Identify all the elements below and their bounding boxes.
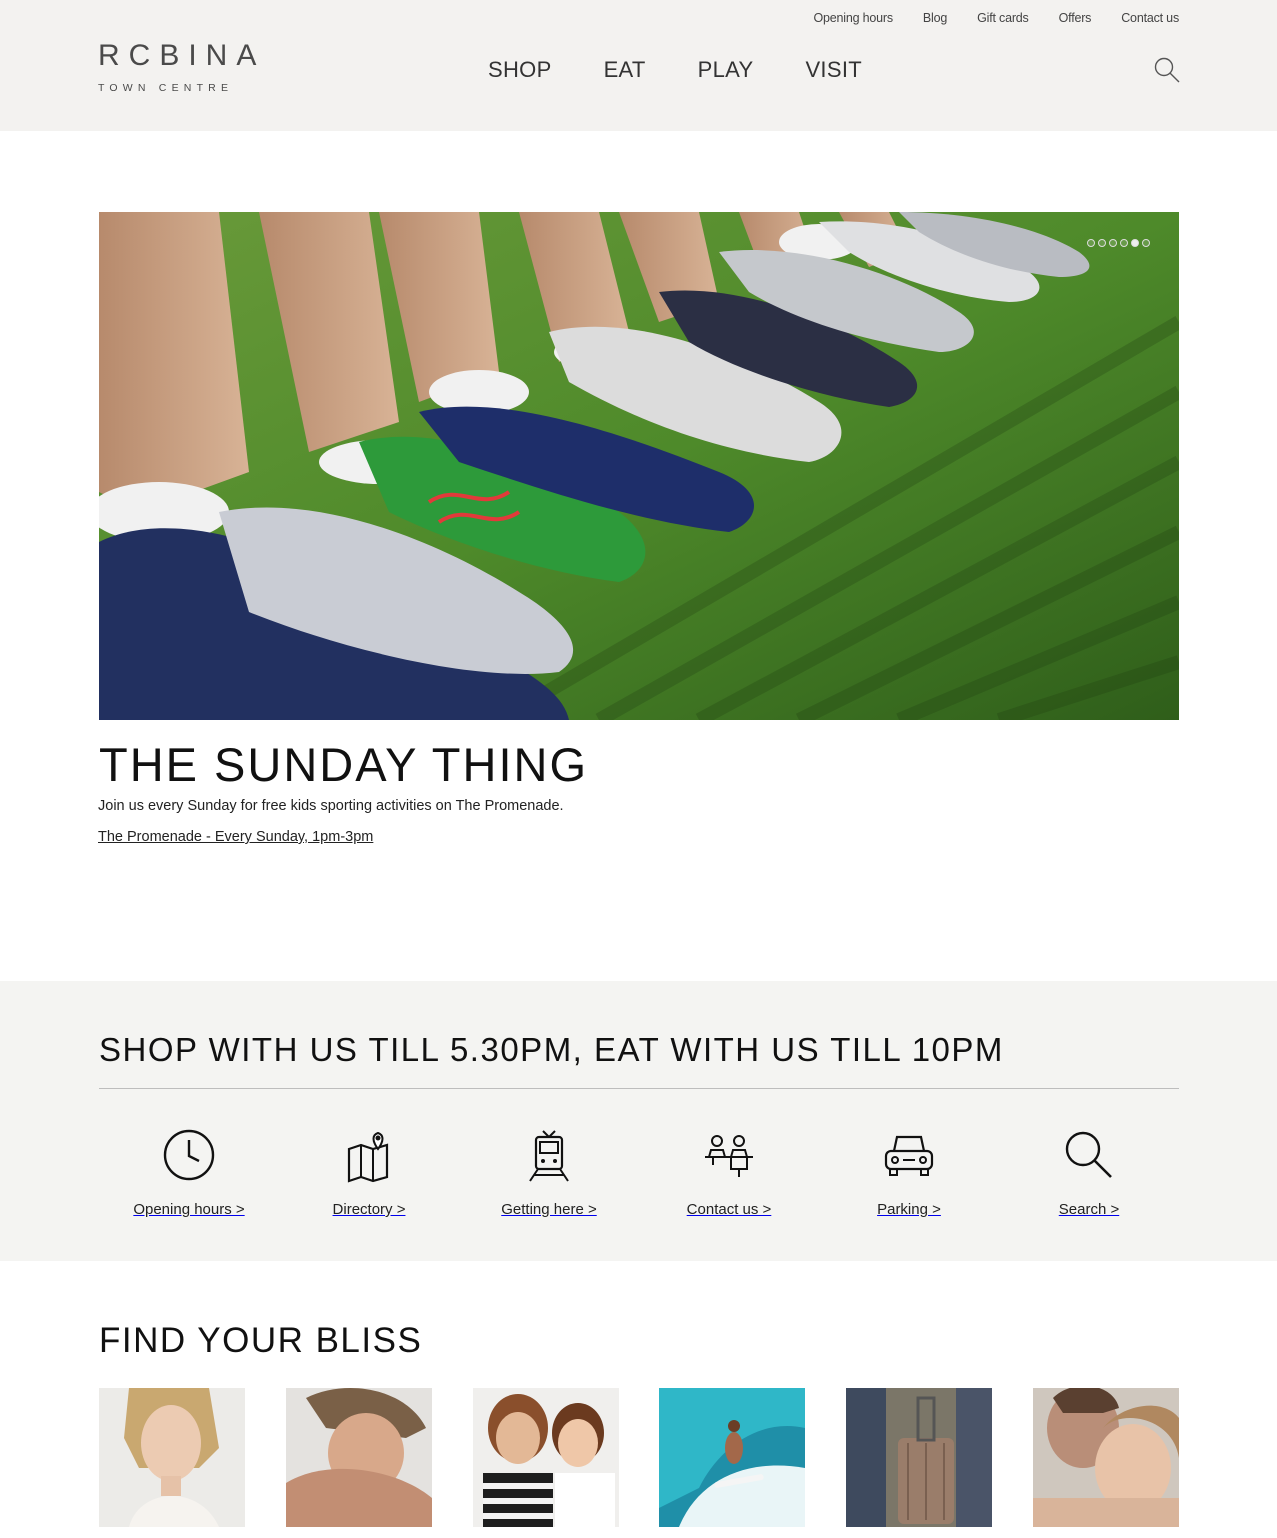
clock-icon: [163, 1129, 215, 1181]
logo-tagline: TOWN CENTRE: [98, 82, 234, 94]
site-header: RCBINA TOWN CENTRE Opening hours Blog Gi…: [0, 0, 1277, 131]
nav-shop[interactable]: SHOP: [488, 57, 552, 83]
quick-link-parking[interactable]: Parking >: [819, 1127, 999, 1218]
carousel-dot-4[interactable]: [1120, 239, 1128, 247]
utility-link-offers[interactable]: Offers: [1059, 11, 1092, 25]
category-tile-sports-adventure[interactable]: [659, 1388, 806, 1527]
logo[interactable]: RCBINA TOWN CENTRE: [98, 39, 266, 95]
carousel-dot-3[interactable]: [1109, 239, 1117, 247]
quick-link-contact-us[interactable]: Contact us >: [639, 1127, 819, 1218]
hero-description: Join us every Sunday for free kids sport…: [98, 798, 564, 814]
category-tile-beauty-health[interactable]: [1032, 1388, 1179, 1527]
hero-event-link[interactable]: The Promenade - Every Sunday, 1pm-3pm: [98, 829, 373, 845]
luggage-image: [846, 1388, 993, 1527]
quick-link-label: Getting here >: [501, 1201, 597, 1218]
quick-link-label: Opening hours >: [133, 1201, 245, 1218]
nav-play[interactable]: PLAY: [698, 57, 754, 83]
people-icon: [705, 1135, 753, 1177]
carousel-dot-6[interactable]: [1142, 239, 1150, 247]
womens-image: [99, 1388, 245, 1527]
map-icon: [347, 1131, 389, 1183]
category-tile-mens[interactable]: [285, 1388, 432, 1527]
info-band: SHOP WITH US TILL 5.30PM, EAT WITH US TI…: [0, 981, 1277, 1261]
category-tile-womens[interactable]: [99, 1388, 245, 1527]
carousel-dot-5[interactable]: [1131, 239, 1139, 247]
quick-link-label: Parking >: [877, 1201, 941, 1218]
trading-hours-heading: SHOP WITH US TILL 5.30PM, EAT WITH US TI…: [99, 1031, 1004, 1068]
kids-image: [472, 1388, 619, 1527]
quick-link-label: Search >: [1058, 1201, 1120, 1218]
carousel-dot-1[interactable]: [1087, 239, 1095, 247]
quick-link-label: Directory >: [332, 1201, 406, 1218]
category-tile-bags-luggage[interactable]: [846, 1388, 993, 1527]
quick-link-getting-here[interactable]: Getting here >: [459, 1127, 639, 1218]
divider: [99, 1088, 1179, 1089]
hero-carousel[interactable]: [99, 212, 1179, 720]
quick-link-search[interactable]: Search >: [999, 1127, 1179, 1218]
utility-link-contact-us[interactable]: Contact us: [1121, 11, 1179, 25]
hero-title: THE SUNDAY THING: [99, 738, 589, 791]
category-tiles: [99, 1388, 1179, 1527]
quick-link-directory[interactable]: Directory >: [279, 1127, 459, 1218]
hero-image: [99, 212, 1179, 720]
category-tile-kids[interactable]: [472, 1388, 619, 1527]
header-search-button[interactable]: [1153, 56, 1181, 84]
nav-visit[interactable]: VISIT: [805, 57, 862, 83]
sports-image: [659, 1388, 806, 1527]
logo-wordmark: RCBINA: [98, 39, 266, 72]
search-icon: [1154, 57, 1180, 83]
carousel-dot-2[interactable]: [1098, 239, 1106, 247]
search-icon: [1065, 1131, 1112, 1178]
carousel-dots: [1087, 239, 1150, 247]
quick-link-label: Contact us >: [686, 1201, 772, 1218]
nav-eat[interactable]: EAT: [604, 57, 646, 83]
beauty-image: [1032, 1388, 1179, 1527]
utility-link-opening-hours[interactable]: Opening hours: [814, 11, 894, 25]
main-nav: SHOP EAT PLAY VISIT: [488, 57, 914, 83]
quick-links: Opening hours > Directory > Getting here…: [99, 1127, 1179, 1218]
quick-link-opening-hours[interactable]: Opening hours >: [99, 1127, 279, 1218]
bliss-heading: FIND YOUR BLISS: [99, 1321, 423, 1360]
utility-link-blog[interactable]: Blog: [923, 11, 947, 25]
car-icon: [884, 1135, 934, 1176]
utility-link-gift-cards[interactable]: Gift cards: [977, 11, 1029, 25]
train-icon: [529, 1130, 569, 1182]
utility-nav: Opening hours Blog Gift cards Offers Con…: [784, 11, 1180, 25]
mens-image: [285, 1388, 432, 1527]
